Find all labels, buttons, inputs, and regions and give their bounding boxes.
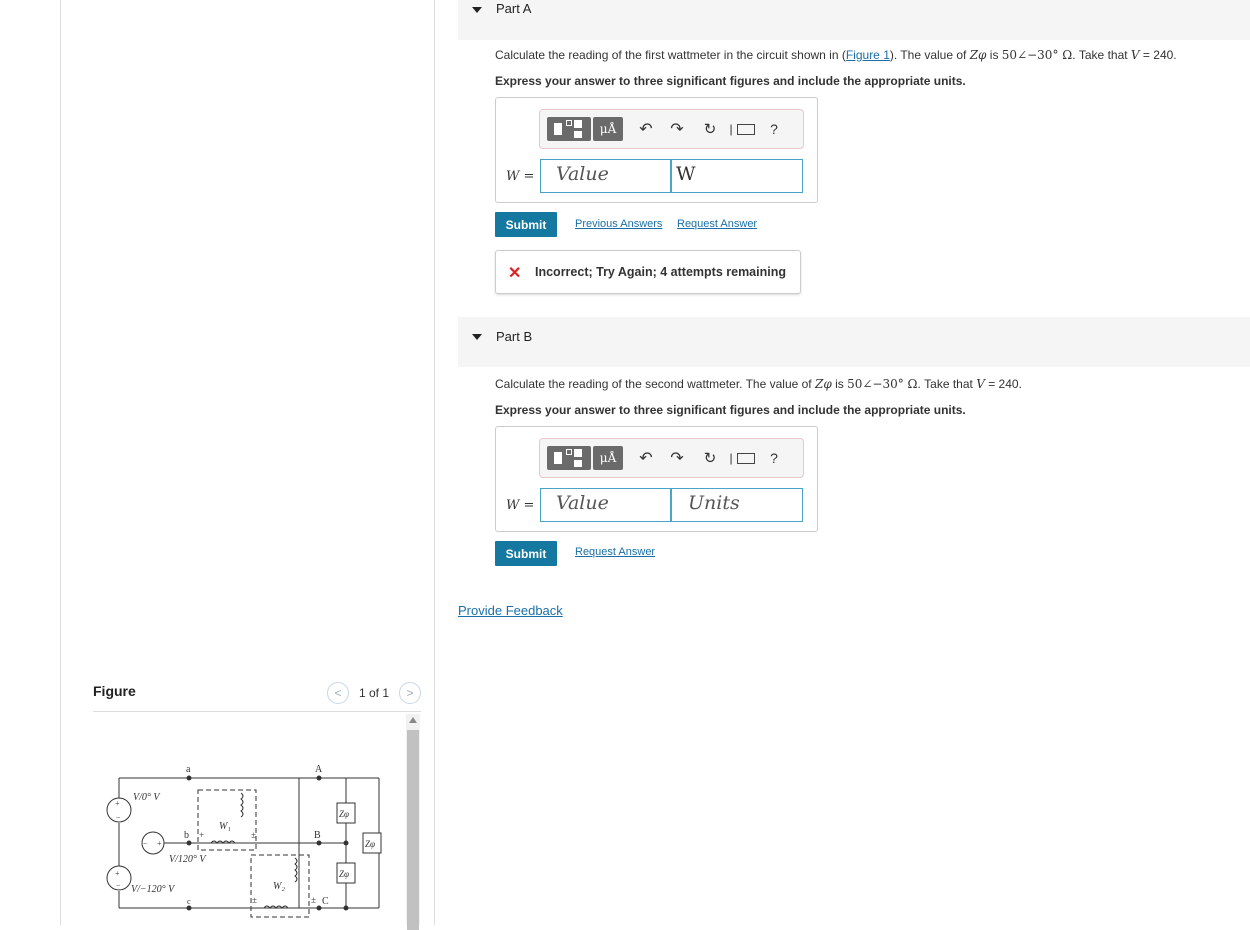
svg-text:−: − (116, 881, 121, 890)
scroll-thumb[interactable] (407, 730, 419, 930)
svg-text:−: − (116, 813, 121, 822)
w-label: W = (506, 497, 534, 513)
part-a-submit-button[interactable]: Submit (495, 212, 557, 237)
part-a-answer-box: μÅ ↶ ↷ ↻ | ? W = Value W (495, 97, 818, 203)
node-A-label: A (315, 764, 323, 775)
source-1-label: V/0° V (133, 792, 161, 803)
q-text: Calculate the reading of the second watt… (495, 377, 815, 391)
figure-pager: < 1 of 1 > (327, 682, 422, 704)
part-b-question: Calculate the reading of the second watt… (495, 377, 1022, 391)
part-a-label: Part A (496, 1, 532, 16)
feedback-message: Incorrect; Try Again; 4 attempts remaini… (535, 265, 786, 279)
svg-text:±: ± (311, 895, 316, 905)
error-x-icon: ✕ (508, 265, 522, 282)
scroll-up-icon[interactable] (409, 717, 417, 723)
svg-text:+: + (115, 869, 120, 878)
w1-label: W₁ (219, 821, 231, 832)
q-math: V (976, 377, 985, 391)
q-text: . Take that (1072, 48, 1131, 62)
q-text: Calculate the reading of the first wattm… (495, 48, 846, 62)
w-label: W = (506, 168, 534, 184)
svg-text:±: ± (251, 830, 256, 840)
q-text: is (831, 377, 848, 391)
previous-answers-link[interactable]: Previous Answers (575, 218, 662, 230)
part-a-instruction: Express your answer to three significant… (495, 74, 966, 88)
caret-down-icon (472, 7, 482, 13)
figure-link[interactable]: Figure 1 (846, 48, 890, 62)
math-toolbar: μÅ ↶ ↷ ↻ | ? (539, 109, 804, 149)
svg-text:+: + (199, 830, 204, 840)
part-b-request-answer-link[interactable]: Request Answer (575, 546, 655, 558)
node-B-label: B (314, 830, 321, 841)
part-a-request-answer-link[interactable]: Request Answer (677, 218, 757, 230)
source-2-label: V/120° V (169, 854, 207, 865)
circuit-diagram: + − − + + − a b c A B C V/0° V V/120° V … (106, 764, 382, 918)
node-C-label: C (322, 896, 329, 907)
figure-panel: Figure < 1 of 1 > + − − + + − a b c A B … (60, 0, 435, 930)
svg-text:−: − (143, 839, 148, 848)
q-math: Zφ (969, 48, 987, 62)
keyboard-icon[interactable]: | (728, 117, 756, 141)
keyboard-icon[interactable]: | (728, 446, 756, 470)
load-3-label: Zφ (365, 839, 375, 849)
chevron-left-icon[interactable]: < (327, 682, 349, 704)
q-text: . Take that (917, 377, 977, 391)
units-button[interactable]: μÅ (593, 117, 623, 141)
q-math: 50∠−30° Ω (1001, 48, 1073, 62)
part-b-instruction: Express your answer to three significant… (495, 403, 966, 417)
undo-icon[interactable]: ↶ (636, 446, 656, 470)
load-2-label: Zφ (339, 869, 349, 879)
undo-icon[interactable]: ↶ (636, 117, 656, 141)
w2-label: W₂ (273, 881, 285, 892)
divider (93, 711, 421, 712)
q-math: Zφ (814, 377, 832, 391)
templates-icon[interactable] (547, 117, 591, 141)
caret-down-icon (472, 334, 482, 340)
math-toolbar: μÅ ↶ ↷ ↻ | ? (539, 438, 804, 478)
svg-text:+: + (115, 799, 120, 808)
part-b-label: Part B (496, 329, 533, 344)
node-c-label: c (187, 897, 191, 906)
w-label-text: W = (506, 169, 535, 184)
provide-feedback-link[interactable]: Provide Feedback (458, 603, 563, 618)
chevron-right-icon[interactable]: > (399, 682, 422, 704)
node-b-label: b (184, 830, 189, 841)
pager-text: 1 of 1 (359, 686, 390, 700)
part-b-answer-box: μÅ ↶ ↷ ↻ | ? W = Value Units (495, 426, 818, 532)
q-math: V (1130, 48, 1140, 62)
units-input[interactable]: W (671, 159, 803, 193)
part-b-header[interactable]: Part B (458, 317, 1250, 367)
svg-text:±: ± (252, 895, 257, 905)
part-a-header[interactable]: Part A (458, 0, 1250, 40)
redo-icon[interactable]: ↷ (667, 446, 687, 470)
node-a-label: a (186, 764, 191, 775)
units-input[interactable]: Units (671, 488, 803, 522)
q-text: is (986, 48, 1002, 62)
q-math: 50∠−30° Ω (847, 377, 918, 391)
reset-icon[interactable]: ↻ (700, 446, 720, 470)
svg-text:+: + (157, 839, 162, 848)
figure-scrollbar[interactable] (406, 714, 420, 930)
help-button[interactable]: ? (764, 446, 784, 470)
help-button[interactable]: ? (764, 117, 784, 141)
q-text: = 240. (984, 377, 1022, 391)
part-a-question: Calculate the reading of the first wattm… (495, 48, 1177, 62)
load-1-label: Zφ (339, 809, 349, 819)
redo-icon[interactable]: ↷ (667, 117, 687, 141)
units-button[interactable]: μÅ (593, 446, 623, 470)
value-input[interactable]: Value (540, 159, 671, 193)
figure-title: Figure (93, 683, 136, 699)
templates-icon[interactable] (547, 446, 591, 470)
value-input[interactable]: Value (540, 488, 671, 522)
source-3-label: V/−120° V (131, 884, 176, 895)
part-b-submit-button[interactable]: Submit (495, 541, 557, 566)
reset-icon[interactable]: ↻ (700, 117, 720, 141)
w-label-text: W = (506, 498, 535, 513)
q-text: = 240. (1139, 48, 1177, 62)
incorrect-feedback: ✕ Incorrect; Try Again; 4 attempts remai… (495, 250, 801, 294)
q-text: ). The value of (889, 48, 970, 62)
